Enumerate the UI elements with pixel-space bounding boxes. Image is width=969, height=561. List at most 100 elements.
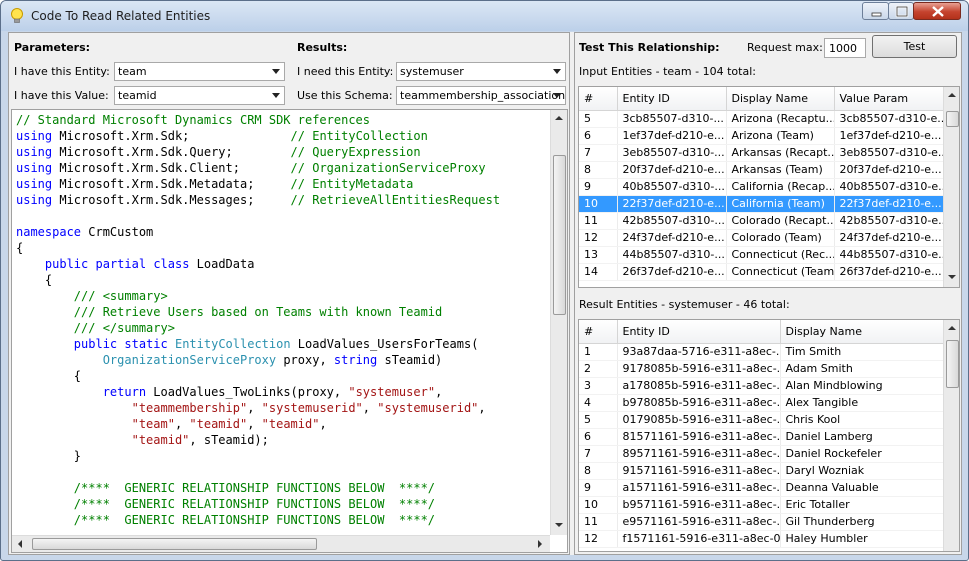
column-header[interactable]: Value Param [834,87,945,111]
input-entity-row[interactable]: 10 22f37def-d210-e... California (Team) 22f… [579,195,945,213]
value-select-value: teamid [118,89,157,102]
table-cell: Alan Mindblowing [780,377,945,395]
schema-select[interactable]: teammembership_association [396,86,566,105]
scroll-down-arrow-icon[interactable] [948,275,956,279]
input-entity-row[interactable]: 12 24f37def-d210-e... Colorado (Team) 24f37… [579,229,945,247]
table-cell: Connecticut (Rec... [726,246,835,264]
result-entity-row[interactable]: 5 0179085b-5916-e311-a8ec-... Chris Kool [579,411,945,429]
scroll-left-arrow-icon[interactable] [18,540,22,548]
code-editor[interactable]: // Standard Microsoft Dynamics CRM SDK r… [11,109,568,553]
code-token: OrganizationServiceProxy [102,353,277,367]
title-bar[interactable]: Code To Read Related Entities [1,1,968,31]
value-select[interactable]: teamid [114,86,285,105]
code-token: /// Retrieve Users based on Teams with k… [16,305,443,319]
scroll-right-arrow-icon[interactable] [538,540,542,548]
result-entity-row[interactable]: 9 a1571161-5916-e311-a8ec-... Deanna Valua… [579,479,945,497]
maximize-button[interactable] [888,2,914,20]
input-entities-grid[interactable]: # Entity ID Display Name Value Param 5 3cb85… [578,86,960,288]
result-entities-caption: Result Entities - systemuser - 46 total: [579,298,790,311]
result-entity-row[interactable]: 2 9178085b-5916-e311-a8ec-... Adam Smith [579,360,945,378]
table-cell: 4 [579,394,618,412]
code-line: /**** GENERIC RELATIONSHIP FUNCTIONS BEL… [16,512,550,528]
input-entity-row[interactable]: 13 44b85507-d310-... Connecticut (Rec... 44… [579,246,945,264]
need-entity-label: I need this Entity: [297,65,394,78]
code-text[interactable]: // Standard Microsoft Dynamics CRM SDK r… [16,112,550,532]
column-header[interactable]: # [579,320,618,344]
column-header[interactable]: Display Name [780,320,945,344]
table-cell: 1 [579,343,618,361]
request-max-input[interactable]: 1000 [824,38,866,58]
table-cell: 10 [579,195,618,213]
input-entity-row[interactable]: 5 3cb85507-d310-... Arizona (Recaptu... 3cb… [579,110,945,128]
code-token: using [16,161,53,175]
input-entity-row[interactable]: 7 3eb85507-d310-... Arkansas (Recapt... 3eb… [579,144,945,162]
code-token: string [333,353,378,367]
input-entity-row[interactable]: 9 40b85507-d310-... California (Recap... 40… [579,178,945,196]
scroll-down-arrow-icon[interactable] [555,523,563,527]
column-header[interactable]: Display Name [726,87,835,111]
code-vertical-scrollbar[interactable] [550,110,567,535]
result-entity-row[interactable]: 6 81571161-5916-e311-a8ec-... Daniel Lambe… [579,428,945,446]
input-entity-row[interactable]: 8 20f37def-d210-e... Arkansas (Team) 20f37d… [579,161,945,179]
input-grid-scroll-thumb[interactable] [946,111,959,127]
minimize-button[interactable] [862,2,889,20]
horizontal-scroll-thumb[interactable] [32,538,317,550]
table-cell: Arizona (Recaptu... [726,110,835,128]
test-button[interactable]: Test [872,35,957,58]
column-header[interactable]: # [579,87,618,111]
code-token: Microsoft.Xrm.Sdk.Query; [52,145,291,159]
input-entity-row[interactable]: 11 42b85507-d310-... Colorado (Recapt... 42… [579,212,945,230]
entity-label: I have this Entity: [14,65,110,78]
code-token: , [174,417,190,431]
input-entity-row[interactable]: 6 1ef37def-d210-e... Arizona (Team) 1ef37de… [579,127,945,145]
code-token: return [102,385,147,399]
result-entity-row[interactable]: 8 91571161-5916-e311-a8ec-... Daryl Woznia… [579,462,945,480]
result-entity-row[interactable]: 4 b978085b-5916-e311-a8ec-... Alex Tangibl… [579,394,945,412]
scroll-up-arrow-icon[interactable] [555,116,563,120]
result-grid-scrollbar[interactable] [943,320,959,551]
code-token: class [153,257,190,271]
code-token: /// <summary> [16,289,168,303]
result-entity-row[interactable]: 10 b9571161-5916-e311-a8ec-... Eric Totall… [579,496,945,514]
result-entities-grid[interactable]: # Entity ID Display Name 1 93a87daa-5716-e3… [578,319,960,552]
table-cell: 11 [579,513,618,531]
entity-select[interactable]: team [114,62,285,81]
table-cell: 9 [579,479,618,497]
vertical-scroll-thumb[interactable] [553,155,566,315]
table-cell: a178085b-5916-e311-a8ec-... [617,377,781,395]
result-entity-row[interactable]: 7 89571161-5916-e311-a8ec-... Daniel Rocke… [579,445,945,463]
table-cell: 3 [579,377,618,395]
input-entity-row[interactable]: 14 26f37def-d210-e... Connecticut (Team) 26… [579,263,945,281]
code-token: // EntityMetadata [290,177,414,191]
code-line: /**** GENERIC RELATIONSHIP FUNCTIONS BEL… [16,496,550,512]
table-cell: 20f37def-d210-e... [617,161,727,179]
table-cell: Daniel Rockefeler [780,445,945,463]
result-entity-row[interactable]: 12 f1571161-5916-e311-a8ec-0... Haley Humb… [579,530,945,548]
table-cell: 1ef37def-d210-e... [617,127,727,145]
table-cell: Tim Smith [780,343,945,361]
result-entity-row[interactable]: 11 e9571161-5916-e311-a8ec-... Gil Thunder… [579,513,945,531]
result-entity-row[interactable]: 3 a178085b-5916-e311-a8ec-... Alan Mindblo… [579,377,945,395]
column-header[interactable]: Entity ID [617,87,727,111]
table-cell: 14 [579,263,618,281]
scroll-up-arrow-icon[interactable] [948,326,956,330]
need-entity-select[interactable]: systemuser [396,62,566,81]
code-token: sTeamid) [377,353,443,367]
result-entity-row[interactable]: 1 93a87daa-5716-e311-a8ec-... Tim Smith [579,343,945,361]
result-grid-scroll-thumb[interactable] [946,340,959,388]
input-grid-scrollbar[interactable] [943,87,959,287]
code-horizontal-scrollbar[interactable] [12,535,550,552]
close-button[interactable] [913,2,961,20]
chevron-down-icon [553,93,561,98]
scroll-up-arrow-icon[interactable] [948,93,956,97]
table-cell: Chris Kool [780,411,945,429]
minimize-icon [871,12,882,17]
code-token: Microsoft.Xrm.Sdk.Client; [52,161,291,175]
column-header[interactable]: Entity ID [617,320,781,344]
table-cell: 11 [579,212,618,230]
